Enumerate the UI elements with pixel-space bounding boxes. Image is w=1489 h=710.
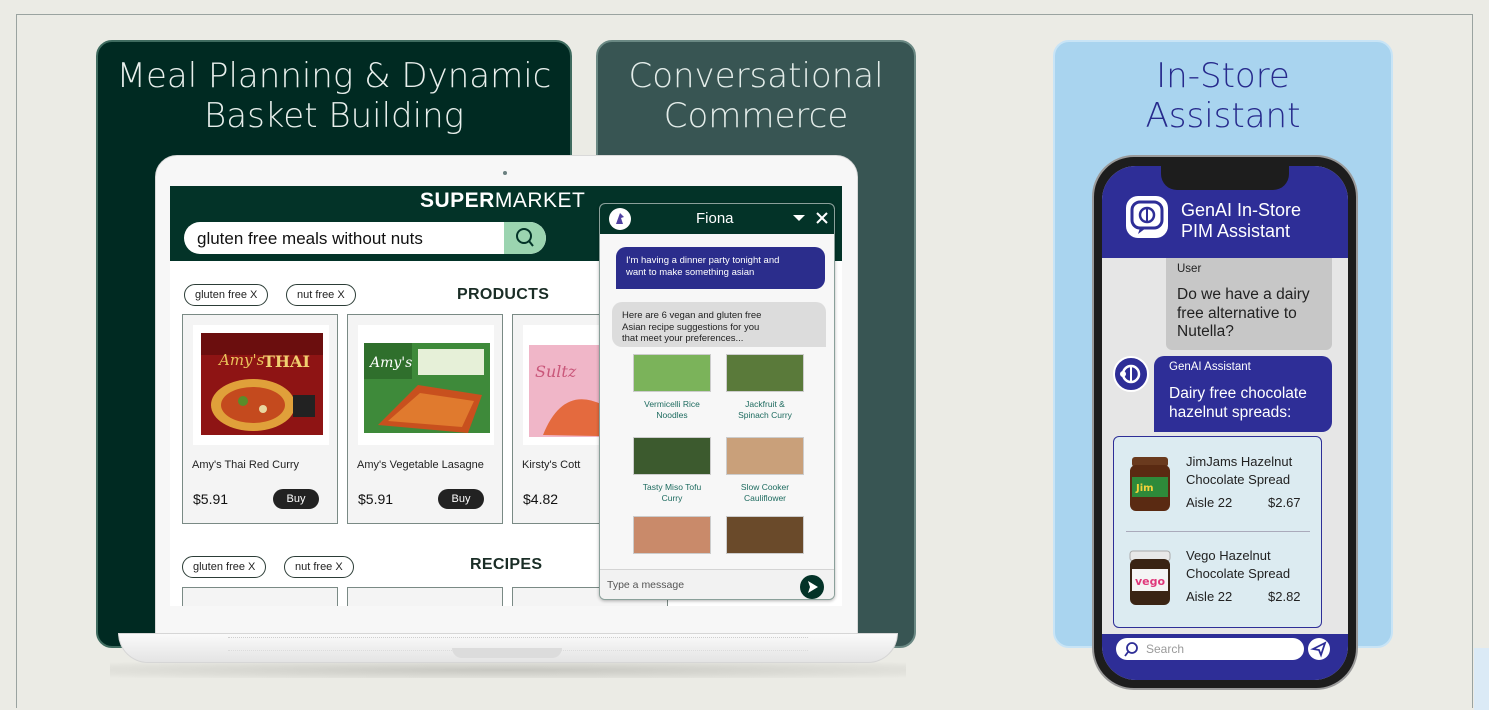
recipes-heading: RECIPES: [470, 556, 543, 573]
store-logo[interactable]: SUPERMARKET: [420, 189, 585, 213]
recipe-label: Tasty Miso Tofu Curry: [642, 482, 702, 503]
brand-light: MARKET: [494, 189, 586, 212]
search-icon: [516, 228, 534, 247]
chat-agent-name: Fiona: [696, 210, 734, 227]
brain-chat-icon: [1126, 196, 1168, 238]
filter-chip-nut-free[interactable]: nut free X: [284, 556, 354, 578]
products-heading: PRODUCTS: [457, 286, 550, 303]
close-icon[interactable]: [816, 212, 828, 224]
chat-input-bar[interactable]: Type a message: [600, 569, 834, 599]
chat-message-input[interactable]: Type a message: [607, 579, 684, 591]
recipe-suggestion[interactable]: Jackfruit & Spinach Curry: [726, 354, 804, 426]
assistant-bubble: GenAI Assistant Dairy free chocolate haz…: [1154, 356, 1332, 432]
corner-accent: [1474, 648, 1489, 710]
assistant-title: GenAI In-Store PIM Assistant: [1181, 200, 1302, 241]
svg-text:Sultz: Sultz: [535, 362, 577, 381]
buy-button[interactable]: Buy: [438, 489, 484, 509]
product-card[interactable]: Amy's THAI Amy's Thai Red Curry $5.91 Buy: [182, 314, 338, 524]
recipe-image: [633, 437, 711, 475]
recipe-image: [633, 354, 711, 392]
search-button[interactable]: [504, 222, 546, 254]
result-price: $2.82: [1268, 589, 1301, 604]
result-name: JimJams Hazelnut Chocolate Spread: [1186, 454, 1293, 487]
conversational-commerce-title: Conversational Commerce: [628, 56, 884, 136]
assistant-avatar-icon: [1113, 356, 1149, 392]
recipe-card[interactable]: [347, 587, 503, 606]
user-question: Do we have a dairy free alternative to N…: [1177, 286, 1310, 340]
laptop-shadow: [110, 662, 906, 678]
chat-header: Fiona: [600, 204, 834, 234]
bot-message: Here are 6 vegan and gluten free Asian r…: [612, 302, 826, 347]
recipe-card[interactable]: [182, 587, 338, 606]
product-price: $5.91: [193, 491, 229, 507]
search-input[interactable]: gluten free meals without nuts: [197, 229, 423, 249]
product-name: Amy's Vegetable Lasagne: [357, 459, 484, 471]
product-image: Amy's THAI: [193, 325, 329, 445]
assistant-answer: Dairy free chocolate hazelnut spreads:: [1169, 385, 1307, 421]
result-price: $2.67: [1268, 495, 1301, 510]
phone-screen: GenAI In-Store PIM Assistant User Do we …: [1102, 166, 1348, 680]
recipe-label: Slow Cooker Cauliflower: [740, 482, 790, 503]
product-jar-image: Jim: [1128, 455, 1172, 513]
result-divider: [1126, 531, 1310, 532]
search-icon: [1124, 642, 1138, 657]
result-aisle: Aisle 22: [1186, 589, 1233, 604]
svg-text:THAI: THAI: [263, 352, 310, 371]
assistant-search-input[interactable]: Search: [1116, 638, 1304, 660]
filter-chip-nut-free[interactable]: nut free X: [286, 284, 356, 306]
svg-text:Amy's: Amy's: [217, 351, 265, 369]
svg-text:Amy's: Amy's: [368, 355, 412, 371]
recipe-suggestion[interactable]: Slow Cooker Cauliflower: [726, 437, 804, 509]
result-name: Vego Hazelnut Chocolate Spread: [1186, 548, 1291, 581]
product-card[interactable]: Amy's Amy's Vegetable Lasagne $5.91 Buy: [347, 314, 503, 524]
filter-chip-gluten-free[interactable]: gluten free X: [182, 556, 267, 578]
assistant-input-bar: Search: [1102, 634, 1348, 680]
result-item[interactable]: Jim JimJams Hazelnut Chocolate Spread Ai…: [1114, 447, 1323, 527]
assistant-send-button[interactable]: [1308, 638, 1330, 660]
send-button[interactable]: [800, 575, 824, 599]
user-bubble: User Do we have a dairy free alternative…: [1166, 258, 1332, 350]
product-price: $5.91: [358, 491, 394, 507]
product-price: $4.82: [523, 491, 559, 507]
recipe-image: [633, 516, 711, 554]
recipe-suggestion[interactable]: Tasty Miso Tofu Curry: [633, 437, 711, 509]
laptop-camera: [503, 171, 507, 175]
recipe-suggestion[interactable]: Vermicelli Rice Noodles: [633, 354, 711, 426]
recipe-image: [726, 437, 804, 475]
buy-button[interactable]: Buy: [273, 489, 319, 509]
recipe-image: [726, 516, 804, 554]
product-name: Amy's Thai Red Curry: [192, 459, 300, 471]
minimize-icon[interactable]: [793, 213, 805, 223]
paper-plane-icon: [1310, 641, 1327, 658]
product-results: Jim JimJams Hazelnut Chocolate Spread Ai…: [1113, 436, 1322, 628]
recipe-label: Jackfruit & Spinach Curry: [738, 399, 792, 420]
svg-text:vego: vego: [1135, 575, 1166, 588]
user-label: User: [1177, 263, 1202, 275]
assistant-label: GenAI Assistant: [1169, 361, 1251, 373]
phone-notch: [1161, 166, 1289, 190]
recipe-label: Vermicelli Rice Noodles: [644, 399, 700, 420]
recipe-image: [726, 354, 804, 392]
filter-chip-gluten-free[interactable]: gluten free X: [184, 284, 269, 306]
brand-bold: SUPER: [420, 189, 495, 212]
svg-text:Jim: Jim: [1135, 483, 1154, 494]
chat-widget[interactable]: Fiona I'm having a dinner party tonight …: [599, 203, 835, 600]
result-item[interactable]: vego Vego Hazelnut Chocolate Spread Aisl…: [1114, 541, 1323, 621]
chat-agent-avatar: [609, 208, 631, 230]
user-message: I'm having a dinner party tonight and wa…: [616, 247, 825, 289]
product-image: Amy's: [358, 325, 494, 445]
search-placeholder: Search: [1146, 642, 1185, 656]
in-store-assistant-title: In-Store Assistant: [1145, 56, 1301, 136]
store-search-bar[interactable]: gluten free meals without nuts: [184, 222, 546, 254]
laptop-notch: [452, 648, 562, 658]
product-jar-image: vego: [1128, 549, 1172, 607]
result-aisle: Aisle 22: [1186, 495, 1233, 510]
meal-planning-title: Meal Planning & Dynamic Basket Building: [116, 56, 552, 136]
send-arrow-icon: [808, 581, 818, 593]
